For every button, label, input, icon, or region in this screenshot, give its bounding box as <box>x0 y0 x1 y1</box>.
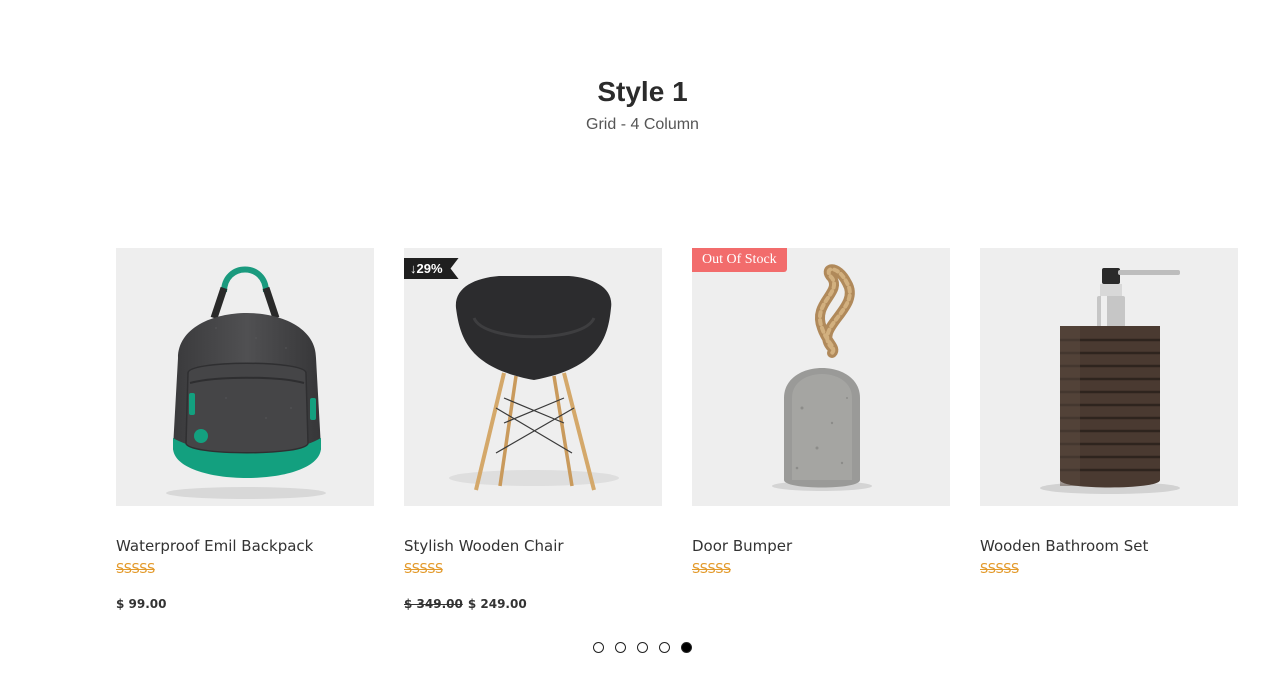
out-of-stock-badge: Out Of Stock <box>692 248 787 272</box>
product-name[interactable]: Waterproof Emil Backpack <box>116 536 374 556</box>
backpack-image <box>166 266 326 499</box>
door-bumper-image <box>772 264 872 491</box>
pagination-dot[interactable] <box>593 642 604 653</box>
product-image[interactable]: ↓29% <box>404 248 662 506</box>
carousel-pagination <box>0 642 1285 653</box>
product-image[interactable] <box>116 248 374 506</box>
product-card[interactable]: Wooden Bathroom Set SSSSS <box>980 248 1238 612</box>
product-price: $ 349.00 $ 249.00 <box>404 596 662 612</box>
product-card[interactable]: Out Of Stock Door Bumper SSSSS <box>692 248 950 612</box>
product-price: $ 99.00 <box>116 596 374 612</box>
chair-image <box>449 276 619 491</box>
product-name[interactable]: Door Bumper <box>692 536 950 556</box>
pagination-dot[interactable] <box>637 642 648 653</box>
pagination-dot[interactable] <box>659 642 670 653</box>
product-rating: SSSSS <box>404 562 443 577</box>
product-card[interactable]: ↓29% Stylish Wooden Chair SSSSS $ 349.00… <box>404 248 662 612</box>
section-title: Style 1 <box>597 76 688 107</box>
product-rating: SSSSS <box>116 562 155 577</box>
pagination-dot[interactable] <box>615 642 626 653</box>
current-price: $ 249.00 <box>467 597 527 611</box>
product-image[interactable] <box>980 248 1238 506</box>
section-header: Style 1 Grid - 4 Column <box>0 74 1285 134</box>
product-image[interactable]: Out Of Stock <box>692 248 950 506</box>
product-rating: SSSSS <box>980 562 1019 577</box>
product-card[interactable]: Waterproof Emil Backpack SSSSS $ 99.00 <box>116 248 374 612</box>
product-rating: SSSSS <box>692 562 731 577</box>
pagination-dot-active[interactable] <box>681 642 692 653</box>
old-price: $ 349.00 <box>404 597 463 611</box>
product-name[interactable]: Wooden Bathroom Set <box>980 536 1238 556</box>
product-grid: Waterproof Emil Backpack SSSSS $ 99.00 ↓… <box>116 248 1238 612</box>
current-price: $ 99.00 <box>116 597 167 611</box>
discount-badge: ↓29% <box>404 258 459 279</box>
section-subtitle: Grid - 4 Column <box>586 116 699 133</box>
bathroom-set-image <box>1040 268 1180 494</box>
product-name[interactable]: Stylish Wooden Chair <box>404 536 662 556</box>
